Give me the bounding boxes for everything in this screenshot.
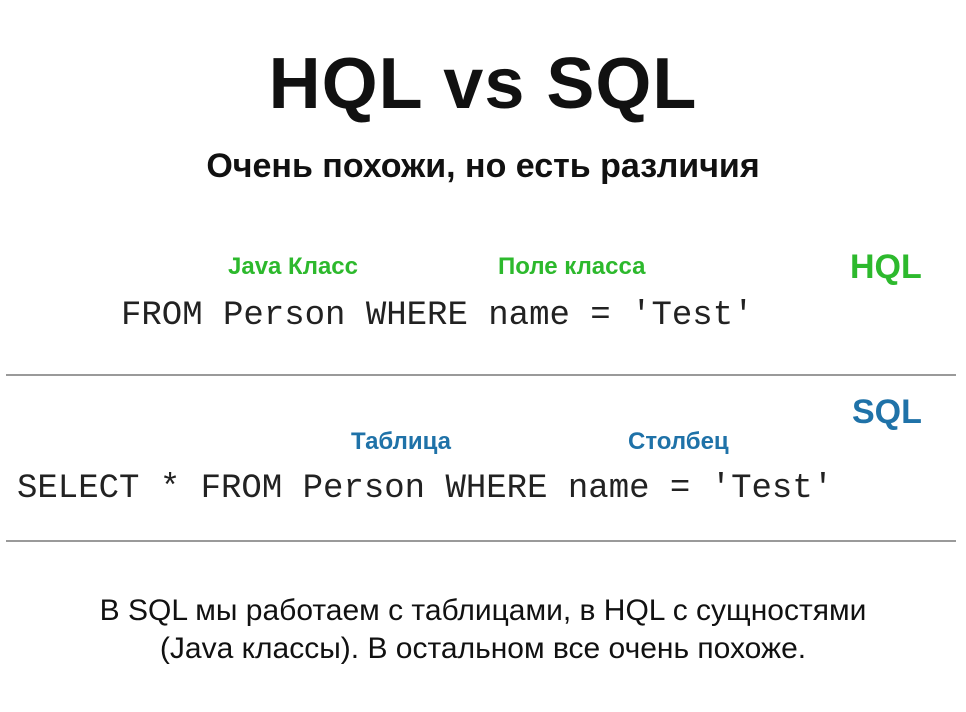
section-divider-top [6,374,956,376]
footer-line-1: В SQL мы работаем с таблицами, в HQL с с… [99,594,867,627]
sql-table-label: Таблица [351,428,452,455]
sql-query: SELECT * FROM Person WHERE name = 'Test' [17,470,834,508]
slide-title: HQL vs SQL [268,44,698,124]
hql-class-label: Java Класс [228,253,358,280]
hql-query: FROM Person WHERE name = 'Test' [121,297,754,335]
section-divider-bottom [6,540,956,542]
sql-tag: SQL [852,393,922,431]
sql-column-label: Столбец [628,428,729,455]
hql-tag: HQL [850,248,922,286]
slide-subtitle: Очень похожи, но есть различия [206,147,760,185]
footer-line-2: (Java классы). В остальном все очень пох… [159,632,807,665]
hql-field-label: Поле класса [498,253,646,280]
footer-text: В SQL мы работаем с таблицами, в HQL с с… [0,592,966,668]
